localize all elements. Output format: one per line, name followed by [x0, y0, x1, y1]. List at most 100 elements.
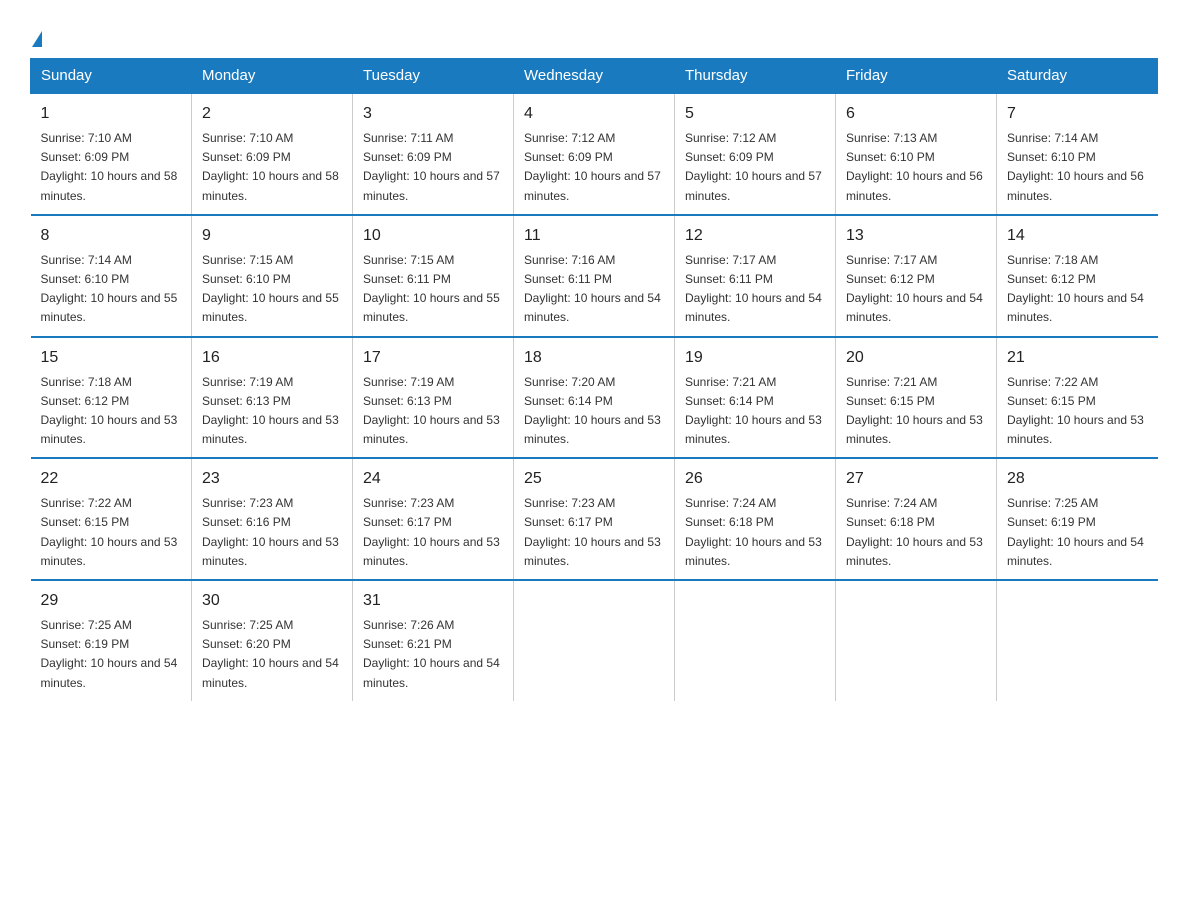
day-number: 20: [846, 346, 986, 370]
logo-top-row: [30, 20, 42, 48]
day-number: 22: [41, 467, 182, 491]
calendar-cell: 20 Sunrise: 7:21 AMSunset: 6:15 PMDaylig…: [836, 337, 997, 459]
day-info: Sunrise: 7:22 AMSunset: 6:15 PMDaylight:…: [41, 496, 178, 568]
day-info: Sunrise: 7:23 AMSunset: 6:17 PMDaylight:…: [524, 496, 661, 568]
day-info: Sunrise: 7:22 AMSunset: 6:15 PMDaylight:…: [1007, 375, 1144, 447]
calendar-cell: 3 Sunrise: 7:11 AMSunset: 6:09 PMDayligh…: [353, 93, 514, 215]
calendar-cell: 16 Sunrise: 7:19 AMSunset: 6:13 PMDaylig…: [192, 337, 353, 459]
day-info: Sunrise: 7:14 AMSunset: 6:10 PMDaylight:…: [1007, 131, 1144, 203]
calendar-week-row: 15 Sunrise: 7:18 AMSunset: 6:12 PMDaylig…: [31, 337, 1158, 459]
day-info: Sunrise: 7:24 AMSunset: 6:18 PMDaylight:…: [846, 496, 983, 568]
day-number: 6: [846, 102, 986, 126]
day-number: 1: [41, 102, 182, 126]
calendar-cell: 22 Sunrise: 7:22 AMSunset: 6:15 PMDaylig…: [31, 458, 192, 580]
day-info: Sunrise: 7:21 AMSunset: 6:15 PMDaylight:…: [846, 375, 983, 447]
day-number: 26: [685, 467, 825, 491]
calendar-cell: [675, 580, 836, 701]
calendar-cell: 8 Sunrise: 7:14 AMSunset: 6:10 PMDayligh…: [31, 215, 192, 337]
day-number: 14: [1007, 224, 1148, 248]
logo: [30, 20, 42, 48]
day-number: 4: [524, 102, 664, 126]
logo-triangle-icon: [32, 31, 42, 47]
day-number: 5: [685, 102, 825, 126]
day-number: 18: [524, 346, 664, 370]
calendar-cell: 12 Sunrise: 7:17 AMSunset: 6:11 PMDaylig…: [675, 215, 836, 337]
day-info: Sunrise: 7:17 AMSunset: 6:11 PMDaylight:…: [685, 253, 822, 325]
calendar-cell: 25 Sunrise: 7:23 AMSunset: 6:17 PMDaylig…: [514, 458, 675, 580]
calendar-cell: 29 Sunrise: 7:25 AMSunset: 6:19 PMDaylig…: [31, 580, 192, 701]
day-number: 12: [685, 224, 825, 248]
day-info: Sunrise: 7:17 AMSunset: 6:12 PMDaylight:…: [846, 253, 983, 325]
day-number: 25: [524, 467, 664, 491]
day-info: Sunrise: 7:25 AMSunset: 6:20 PMDaylight:…: [202, 618, 339, 690]
day-number: 11: [524, 224, 664, 248]
day-info: Sunrise: 7:10 AMSunset: 6:09 PMDaylight:…: [202, 131, 339, 203]
day-number: 10: [363, 224, 503, 248]
day-number: 23: [202, 467, 342, 491]
day-info: Sunrise: 7:19 AMSunset: 6:13 PMDaylight:…: [363, 375, 500, 447]
calendar-cell: 21 Sunrise: 7:22 AMSunset: 6:15 PMDaylig…: [997, 337, 1158, 459]
day-number: 15: [41, 346, 182, 370]
calendar-cell: 19 Sunrise: 7:21 AMSunset: 6:14 PMDaylig…: [675, 337, 836, 459]
calendar-header: Sunday Monday Tuesday Wednesday Thursday…: [31, 59, 1158, 94]
day-number: 28: [1007, 467, 1148, 491]
day-info: Sunrise: 7:14 AMSunset: 6:10 PMDaylight:…: [41, 253, 178, 325]
calendar-cell: 7 Sunrise: 7:14 AMSunset: 6:10 PMDayligh…: [997, 93, 1158, 215]
day-info: Sunrise: 7:12 AMSunset: 6:09 PMDaylight:…: [685, 131, 822, 203]
calendar-cell: 10 Sunrise: 7:15 AMSunset: 6:11 PMDaylig…: [353, 215, 514, 337]
day-info: Sunrise: 7:18 AMSunset: 6:12 PMDaylight:…: [41, 375, 178, 447]
calendar-cell: 27 Sunrise: 7:24 AMSunset: 6:18 PMDaylig…: [836, 458, 997, 580]
header-row: Sunday Monday Tuesday Wednesday Thursday…: [31, 59, 1158, 94]
calendar-cell: 2 Sunrise: 7:10 AMSunset: 6:09 PMDayligh…: [192, 93, 353, 215]
day-info: Sunrise: 7:20 AMSunset: 6:14 PMDaylight:…: [524, 375, 661, 447]
col-thursday: Thursday: [675, 59, 836, 94]
calendar-cell: 9 Sunrise: 7:15 AMSunset: 6:10 PMDayligh…: [192, 215, 353, 337]
day-number: 27: [846, 467, 986, 491]
calendar-week-row: 8 Sunrise: 7:14 AMSunset: 6:10 PMDayligh…: [31, 215, 1158, 337]
day-info: Sunrise: 7:15 AMSunset: 6:10 PMDaylight:…: [202, 253, 339, 325]
calendar-table: Sunday Monday Tuesday Wednesday Thursday…: [30, 58, 1158, 701]
calendar-cell: 30 Sunrise: 7:25 AMSunset: 6:20 PMDaylig…: [192, 580, 353, 701]
col-friday: Friday: [836, 59, 997, 94]
day-number: 17: [363, 346, 503, 370]
day-number: 24: [363, 467, 503, 491]
calendar-cell: 5 Sunrise: 7:12 AMSunset: 6:09 PMDayligh…: [675, 93, 836, 215]
calendar-cell: 11 Sunrise: 7:16 AMSunset: 6:11 PMDaylig…: [514, 215, 675, 337]
page-header: [30, 20, 1158, 48]
day-info: Sunrise: 7:21 AMSunset: 6:14 PMDaylight:…: [685, 375, 822, 447]
day-number: 9: [202, 224, 342, 248]
day-number: 8: [41, 224, 182, 248]
calendar-cell: 31 Sunrise: 7:26 AMSunset: 6:21 PMDaylig…: [353, 580, 514, 701]
col-wednesday: Wednesday: [514, 59, 675, 94]
day-info: Sunrise: 7:11 AMSunset: 6:09 PMDaylight:…: [363, 131, 500, 203]
calendar-cell: 15 Sunrise: 7:18 AMSunset: 6:12 PMDaylig…: [31, 337, 192, 459]
calendar-cell: 23 Sunrise: 7:23 AMSunset: 6:16 PMDaylig…: [192, 458, 353, 580]
col-monday: Monday: [192, 59, 353, 94]
calendar-cell: 26 Sunrise: 7:24 AMSunset: 6:18 PMDaylig…: [675, 458, 836, 580]
day-number: 31: [363, 589, 503, 613]
calendar-cell: 1 Sunrise: 7:10 AMSunset: 6:09 PMDayligh…: [31, 93, 192, 215]
day-number: 19: [685, 346, 825, 370]
day-number: 2: [202, 102, 342, 126]
day-info: Sunrise: 7:24 AMSunset: 6:18 PMDaylight:…: [685, 496, 822, 568]
day-number: 21: [1007, 346, 1148, 370]
day-info: Sunrise: 7:23 AMSunset: 6:17 PMDaylight:…: [363, 496, 500, 568]
calendar-cell: 17 Sunrise: 7:19 AMSunset: 6:13 PMDaylig…: [353, 337, 514, 459]
calendar-cell: [514, 580, 675, 701]
calendar-cell: 18 Sunrise: 7:20 AMSunset: 6:14 PMDaylig…: [514, 337, 675, 459]
day-info: Sunrise: 7:25 AMSunset: 6:19 PMDaylight:…: [41, 618, 178, 690]
calendar-week-row: 29 Sunrise: 7:25 AMSunset: 6:19 PMDaylig…: [31, 580, 1158, 701]
day-number: 3: [363, 102, 503, 126]
day-info: Sunrise: 7:12 AMSunset: 6:09 PMDaylight:…: [524, 131, 661, 203]
day-info: Sunrise: 7:25 AMSunset: 6:19 PMDaylight:…: [1007, 496, 1144, 568]
calendar-week-row: 22 Sunrise: 7:22 AMSunset: 6:15 PMDaylig…: [31, 458, 1158, 580]
day-number: 16: [202, 346, 342, 370]
col-saturday: Saturday: [997, 59, 1158, 94]
col-tuesday: Tuesday: [353, 59, 514, 94]
calendar-body: 1 Sunrise: 7:10 AMSunset: 6:09 PMDayligh…: [31, 93, 1158, 701]
calendar-cell: [997, 580, 1158, 701]
calendar-cell: 13 Sunrise: 7:17 AMSunset: 6:12 PMDaylig…: [836, 215, 997, 337]
col-sunday: Sunday: [31, 59, 192, 94]
day-info: Sunrise: 7:15 AMSunset: 6:11 PMDaylight:…: [363, 253, 500, 325]
day-info: Sunrise: 7:23 AMSunset: 6:16 PMDaylight:…: [202, 496, 339, 568]
